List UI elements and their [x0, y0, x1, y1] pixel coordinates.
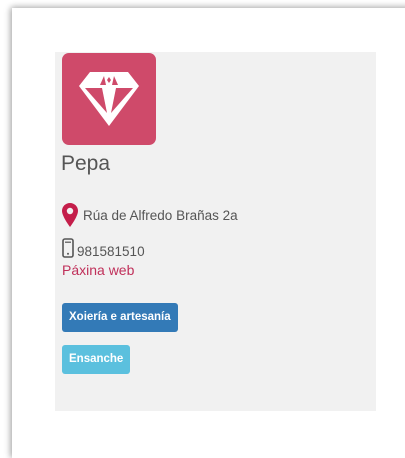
- business-phone: 981581510: [62, 236, 145, 260]
- map-marker-icon: [62, 203, 78, 227]
- diamond-icon: [79, 72, 139, 126]
- zone-tag[interactable]: Ensanche: [62, 345, 131, 374]
- business-name: Pepa: [61, 152, 111, 175]
- business-address: Rúa de Alfredo Brañas 2a: [62, 202, 238, 228]
- category-tag[interactable]: Xoiería e artesanía: [62, 303, 178, 332]
- phone-text: 981581510: [77, 243, 145, 259]
- address-text: Rúa de Alfredo Brañas 2a: [83, 207, 238, 223]
- mobile-phone-icon: [62, 238, 74, 258]
- business-logo: [62, 53, 156, 145]
- website-link[interactable]: Páxina web: [62, 262, 134, 278]
